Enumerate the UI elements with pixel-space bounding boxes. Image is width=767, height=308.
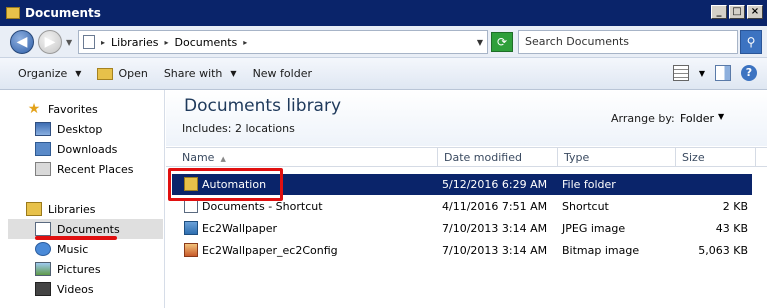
preview-pane-icon[interactable]	[715, 65, 731, 81]
column-header-size[interactable]: Size	[676, 148, 756, 167]
pictures-icon	[35, 262, 51, 276]
navigation-pane: ★ Favorites Desktop Downloads Recent Pla…	[0, 90, 165, 308]
breadcrumb-documents[interactable]: Documents	[175, 36, 238, 49]
nav-libraries-label: Libraries	[48, 202, 96, 216]
file-list-pane: Documents library Includes: 2 locations …	[166, 90, 767, 308]
file-size: 5,063 KB	[698, 244, 748, 257]
column-headers: Name ▲ Date modified Type Size	[166, 147, 767, 167]
open-button[interactable]: Open	[89, 63, 155, 85]
column-name-label: Name	[182, 151, 215, 164]
back-button[interactable]: ◀	[10, 30, 34, 54]
maximize-button[interactable]: □	[729, 5, 745, 19]
libraries-icon	[26, 202, 42, 216]
chevron-down-icon: ▼	[75, 69, 82, 78]
arrange-by-label: Arrange by:	[611, 112, 675, 125]
nav-item-label: Pictures	[57, 262, 101, 276]
file-type: JPEG image	[562, 222, 626, 235]
chevron-right-icon[interactable]: ▸	[243, 38, 247, 47]
file-size: 43 KB	[715, 222, 748, 235]
jpeg-image-icon	[184, 221, 198, 235]
refresh-button[interactable]: ⟳	[491, 32, 513, 52]
downloads-icon	[35, 142, 51, 156]
folder-icon	[6, 7, 20, 19]
close-button[interactable]: ×	[747, 5, 763, 19]
window-title: Documents	[25, 6, 101, 20]
nav-favorites-label: Favorites	[48, 102, 98, 116]
search-icon[interactable]: ⚲	[740, 30, 762, 54]
documents-icon	[83, 35, 95, 49]
library-title: Documents library	[184, 96, 342, 116]
recent-places-icon	[35, 162, 51, 176]
command-bar: Organize ▼ Open Share with ▼ New folder ▼ …	[0, 58, 767, 90]
file-date: 4/11/2016 7:51 AM	[442, 200, 548, 213]
file-size: 2 KB	[722, 200, 748, 213]
column-header-type[interactable]: Type	[558, 148, 676, 167]
star-icon: ★	[27, 101, 41, 117]
minimize-button[interactable]: _	[711, 5, 727, 19]
file-date: 7/10/2013 3:14 AM	[442, 244, 548, 257]
library-includes[interactable]: Includes: 2 locations	[182, 122, 295, 135]
music-icon	[35, 242, 51, 256]
sort-ascending-icon: ▲	[220, 155, 226, 163]
organize-button[interactable]: Organize ▼	[10, 63, 89, 85]
share-with-label: Share with	[163, 67, 223, 80]
window-controls: _ □ ×	[711, 5, 763, 19]
file-type: File folder	[562, 178, 616, 191]
nav-item-label: Downloads	[57, 142, 118, 156]
library-header: Documents library Includes: 2 locations …	[166, 90, 767, 146]
table-row[interactable]: Ec2Wallpaper 7/10/2013 3:14 AM JPEG imag…	[172, 218, 752, 239]
new-folder-label: New folder	[252, 67, 312, 80]
forward-button[interactable]: ▶	[38, 30, 62, 54]
file-name: Ec2Wallpaper_ec2Config	[202, 244, 338, 257]
organize-label: Organize	[18, 67, 68, 80]
videos-icon	[35, 282, 51, 296]
column-type-label: Type	[564, 151, 590, 164]
documents-icon	[35, 222, 51, 236]
address-row: ◀ ▶ ▼ ▸ Libraries ▸ Documents ▸ ▼ ⟳ Sear…	[0, 26, 767, 58]
chevron-down-icon[interactable]: ▼	[718, 112, 724, 121]
help-icon[interactable]: ?	[741, 65, 757, 81]
chevron-right-icon[interactable]: ▸	[101, 38, 105, 47]
file-type: Shortcut	[562, 200, 609, 213]
chevron-down-icon: ▼	[230, 69, 237, 78]
nav-item-label: Recent Places	[57, 162, 134, 176]
file-type: Bitmap image	[562, 244, 640, 257]
shortcut-icon	[184, 199, 198, 213]
desktop-icon	[35, 122, 51, 136]
address-bar[interactable]: ▸ Libraries ▸ Documents ▸ ▼	[78, 30, 488, 54]
arrange-by-value[interactable]: Folder	[680, 112, 714, 125]
toolbar-right: ▼ ?	[672, 65, 757, 81]
file-date: 5/12/2016 6:29 AM	[442, 178, 548, 191]
title-bar: Documents _ □ ×	[0, 0, 767, 26]
chevron-right-icon[interactable]: ▸	[165, 38, 169, 47]
nav-item-label: Documents	[57, 222, 120, 236]
column-header-name[interactable]: Name ▲	[176, 148, 438, 167]
nav-item-label: Music	[57, 242, 89, 256]
bitmap-image-icon	[184, 243, 198, 257]
nav-item-label: Videos	[57, 282, 94, 296]
chevron-down-icon[interactable]: ▼	[699, 69, 705, 78]
new-folder-button[interactable]: New folder	[245, 63, 320, 85]
search-input[interactable]: Search Documents	[518, 30, 738, 54]
annotation-highlight-box	[168, 168, 283, 201]
nav-item-label: Desktop	[57, 122, 103, 136]
breadcrumb-libraries[interactable]: Libraries	[111, 36, 159, 49]
open-label: Open	[118, 67, 148, 80]
open-folder-icon	[97, 67, 114, 80]
column-date-label: Date modified	[444, 151, 522, 164]
column-size-label: Size	[682, 151, 705, 164]
file-date: 7/10/2013 3:14 AM	[442, 222, 548, 235]
table-row[interactable]: Ec2Wallpaper_ec2Config 7/10/2013 3:14 AM…	[172, 240, 752, 261]
address-dropdown-icon[interactable]: ▼	[477, 38, 483, 47]
file-name: Ec2Wallpaper	[202, 222, 278, 235]
share-with-button[interactable]: Share with ▼	[156, 63, 245, 85]
column-header-date[interactable]: Date modified	[438, 148, 558, 167]
view-options-icon[interactable]	[672, 65, 689, 81]
recent-pages-dropdown-icon[interactable]: ▼	[66, 38, 72, 47]
